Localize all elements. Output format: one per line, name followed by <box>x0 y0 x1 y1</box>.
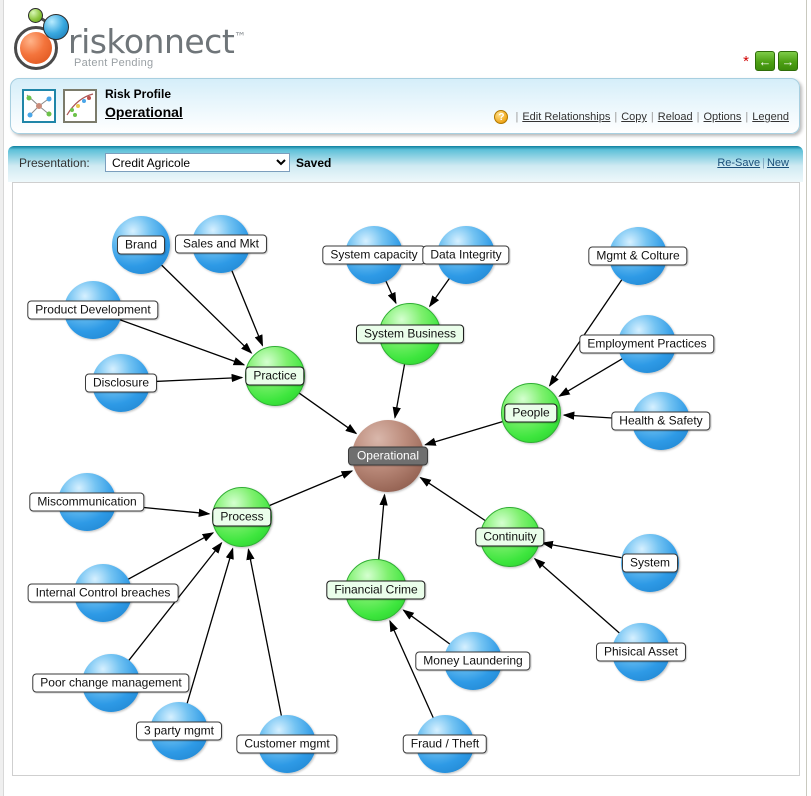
diagram-edge <box>541 540 624 559</box>
node-label-system_business[interactable]: System Business <box>355 324 465 344</box>
page-title[interactable]: Operational <box>105 104 183 120</box>
diagram-edge <box>267 470 354 507</box>
presentation-links: Re-Save | New <box>717 157 789 169</box>
node-label-third_party_mgmt[interactable]: 3 party mgmt <box>135 721 223 741</box>
riskonnect-risk-profile-page: riskonnect™ Patent Pending * ← → Risk Pr… <box>0 0 811 796</box>
brand-wordmark: riskonnect™ <box>68 22 246 61</box>
brand-name: riskonnect <box>68 22 235 61</box>
page-right-edge <box>807 0 811 796</box>
help-icon[interactable]: ? <box>494 110 509 124</box>
options-link[interactable]: Options <box>704 111 742 123</box>
reload-link[interactable]: Reload <box>658 111 693 123</box>
page-bottom-strip <box>4 777 806 796</box>
diagram-edge <box>246 548 283 718</box>
save-status-text: Saved <box>296 156 332 170</box>
presentation-toolbar: Presentation: Credit Agricole Saved Re-S… <box>8 146 803 182</box>
node-label-miscommunication[interactable]: Miscommunication <box>29 492 145 512</box>
node-label-process[interactable]: Process <box>212 507 272 527</box>
node-label-operational[interactable]: Operational <box>347 446 429 466</box>
link-separator-0: | <box>515 111 519 123</box>
node-label-system[interactable]: System <box>621 553 679 573</box>
diagram-layer: Operational Practice System Business People… <box>13 183 799 775</box>
profile-title-bar: Risk Profile Operational ? | Edit Relati… <box>10 78 800 134</box>
node-label-internal_control[interactable]: Internal Control breaches <box>27 583 179 603</box>
diagram-edge <box>558 357 625 397</box>
diagram-edge <box>533 557 622 635</box>
diagram-edge <box>392 361 406 419</box>
node-label-product_development[interactable]: Product Development <box>27 300 159 320</box>
diagram-edge <box>428 276 452 308</box>
node-label-data_integrity[interactable]: Data Integrity <box>422 245 510 265</box>
node-label-continuity[interactable]: Continuity <box>475 527 545 547</box>
diagram-edge <box>126 532 215 581</box>
node-label-brand[interactable]: Brand <box>116 235 166 255</box>
node-label-practice[interactable]: Practice <box>245 366 305 386</box>
presentation-link-separator: | <box>762 157 765 169</box>
node-label-poor_change_mgmt[interactable]: Poor change management <box>32 673 190 693</box>
profile-action-links: ? | Edit Relationships | Copy | Reload |… <box>494 110 789 124</box>
node-label-system_capacity[interactable]: System capacity <box>322 245 426 265</box>
node-label-health_safety[interactable]: Health & Safety <box>611 411 711 431</box>
diagram-edge <box>297 391 358 435</box>
back-arrow-icon[interactable]: ← <box>755 51 775 71</box>
node-label-mgmt_colture[interactable]: Mgmt & Colture <box>588 246 688 266</box>
profile-kicker: Risk Profile <box>105 87 172 101</box>
node-label-money_laundering[interactable]: Money Laundering <box>415 651 531 671</box>
presentation-label: Presentation: <box>19 156 90 170</box>
profile-heading: Risk Profile Operational <box>105 87 183 120</box>
diagram-edge <box>402 609 452 646</box>
node-label-disclosure[interactable]: Disclosure <box>84 373 158 393</box>
diagram-edge <box>548 277 624 387</box>
node-label-phisical_asset[interactable]: Phisical Asset <box>595 642 687 662</box>
diagram-edge <box>185 547 234 706</box>
node-label-financial_crime[interactable]: Financial Crime <box>326 580 426 600</box>
page-right-rule <box>806 0 807 796</box>
legend-link[interactable]: Legend <box>752 111 789 123</box>
new-presentation-link[interactable]: New <box>767 157 789 169</box>
link-separator-4: | <box>745 111 749 123</box>
riskonnect-logo-icon <box>10 8 72 70</box>
scatter-chart-icon[interactable] <box>63 89 97 123</box>
diagram-edge <box>147 373 244 383</box>
link-separator-1: | <box>614 111 618 123</box>
risk-profile-canvas[interactable]: Operational Practice System Business People… <box>12 182 800 776</box>
top-navigation: * ← → <box>743 51 798 71</box>
node-label-people[interactable]: People <box>504 403 558 423</box>
brand-tagline: Patent Pending <box>74 57 154 69</box>
re-save-link[interactable]: Re-Save <box>717 157 760 169</box>
node-label-sales_mkt[interactable]: Sales and Mkt <box>174 234 268 254</box>
node-label-employment_practices[interactable]: Employment Practices <box>579 334 715 354</box>
network-diagram-icon[interactable] <box>22 89 56 123</box>
trademark-symbol: ™ <box>234 30 246 44</box>
page-left-rule <box>3 0 4 796</box>
copy-link[interactable]: Copy <box>621 111 647 123</box>
diagram-edge <box>384 279 397 305</box>
presentation-select[interactable]: Credit Agricole <box>105 153 290 172</box>
node-label-customer_mgmt[interactable]: Customer mgmt <box>236 734 338 754</box>
required-asterisk: * <box>743 52 749 70</box>
diagram-edge <box>424 420 505 446</box>
node-label-fraud_theft[interactable]: Fraud / Theft <box>402 734 488 754</box>
link-separator-3: | <box>696 111 700 123</box>
diagram-edge <box>419 476 488 523</box>
link-separator-2: | <box>650 111 654 123</box>
diagram-edge <box>230 268 264 347</box>
edit-relationships-link[interactable]: Edit Relationships <box>522 111 610 123</box>
forward-arrow-icon[interactable]: → <box>778 51 798 71</box>
brand-header: riskonnect™ Patent Pending * ← → <box>4 0 806 76</box>
diagram-edge <box>377 493 388 562</box>
